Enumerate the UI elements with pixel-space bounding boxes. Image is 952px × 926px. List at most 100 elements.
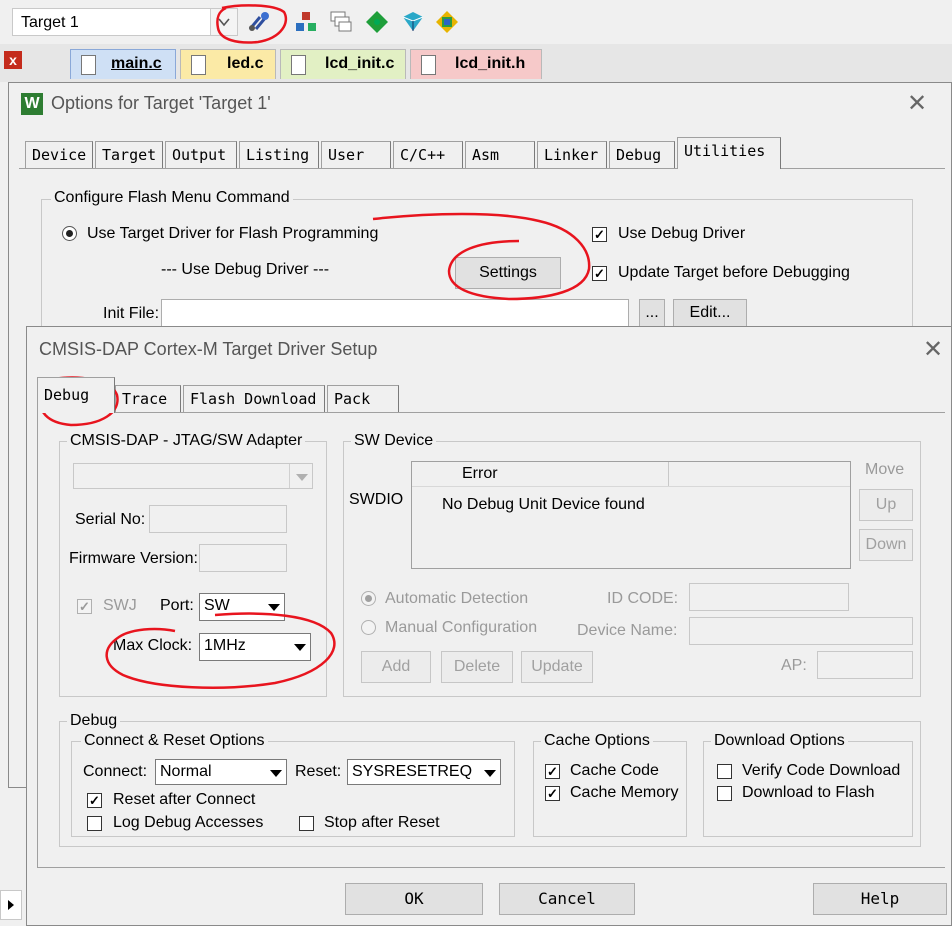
tab-flash-download[interactable]: Flash Download	[183, 385, 325, 413]
tab-target[interactable]: Target	[95, 141, 163, 169]
download-options-title: Download Options	[711, 732, 848, 750]
tab-utilities[interactable]: Utilities	[677, 137, 781, 169]
tab-main-c[interactable]: main.c	[70, 49, 176, 79]
update-target-label: Update Target before Debugging	[618, 264, 850, 281]
adapter-select[interactable]	[73, 463, 313, 489]
manual-configuration-radio[interactable]	[361, 620, 376, 635]
add-button[interactable]: Add	[361, 651, 431, 683]
manage-project-icon[interactable]	[293, 9, 319, 35]
swj-checkbox[interactable]: ✓	[77, 599, 92, 614]
reset-after-connect-label: Reset after Connect	[113, 791, 256, 808]
stop-after-reset-checkbox[interactable]	[299, 816, 314, 831]
connect-select[interactable]: Normal	[155, 759, 287, 785]
log-debug-accesses-label: Log Debug Accesses	[113, 814, 264, 831]
tab-trace[interactable]: Trace	[115, 385, 181, 413]
settings-button[interactable]: Settings	[455, 257, 561, 289]
device-name-field	[689, 617, 913, 645]
tab-output[interactable]: Output	[165, 141, 237, 169]
tab-pack[interactable]: Pack	[327, 385, 399, 413]
use-debug-driver-checkbox[interactable]: ✓	[592, 227, 607, 242]
software-components-icon[interactable]	[434, 9, 460, 35]
tab-user[interactable]: User	[321, 141, 391, 169]
target-select[interactable]: Target 1	[12, 8, 238, 36]
tab-listing[interactable]: Listing	[239, 141, 319, 169]
firmware-version-label: Firmware Version:	[69, 550, 198, 567]
pack-installer-icon[interactable]	[400, 9, 426, 35]
use-target-driver-radio[interactable]	[62, 226, 77, 241]
ok-button[interactable]: OK	[345, 883, 483, 915]
move-up-button[interactable]: Up	[859, 489, 913, 521]
move-down-button[interactable]: Down	[859, 529, 913, 561]
cache-code-checkbox[interactable]: ✓	[545, 764, 560, 779]
stop-after-reset-label: Stop after Reset	[324, 814, 440, 831]
tab-divider	[19, 168, 945, 169]
cache-memory-label: Cache Memory	[570, 784, 679, 801]
swj-label: SWJ	[103, 597, 137, 614]
file-icon	[291, 55, 306, 75]
cache-memory-checkbox[interactable]: ✓	[545, 786, 560, 801]
verify-code-download-checkbox[interactable]	[717, 764, 732, 779]
tab-asm[interactable]: Asm	[465, 141, 535, 169]
close-icon[interactable]: ✕	[923, 335, 943, 364]
tab-debug[interactable]: Debug	[37, 377, 115, 413]
browse-button[interactable]: ...	[639, 299, 665, 327]
green-diamond-icon[interactable]	[364, 9, 390, 35]
use-debug-driver-label: Use Debug Driver	[618, 225, 746, 242]
automatic-detection-radio[interactable]	[361, 591, 376, 606]
serial-no-label: Serial No:	[75, 511, 146, 528]
device-list[interactable]: Error No Debug Unit Device found	[411, 461, 851, 569]
column-header[interactable]	[668, 462, 850, 487]
tab-led-c[interactable]: led.c	[180, 49, 276, 79]
reset-after-connect-checkbox[interactable]: ✓	[87, 793, 102, 808]
init-file-input[interactable]	[161, 299, 629, 327]
id-code-field	[689, 583, 849, 611]
scroll-right-arrow-icon[interactable]	[0, 890, 22, 920]
options-for-target-icon[interactable]	[246, 9, 272, 35]
tab-c-cpp[interactable]: C/C++	[393, 141, 463, 169]
device-name-label: Device Name:	[577, 622, 678, 639]
debug-group-title: Debug	[67, 712, 121, 730]
chevron-down-icon[interactable]	[210, 9, 237, 35]
file-icon	[81, 55, 96, 75]
max-clock-label: Max Clock:	[113, 637, 193, 654]
port-label: Port:	[160, 597, 194, 614]
ap-label: AP:	[781, 657, 807, 674]
connect-label: Connect:	[83, 763, 148, 780]
delete-button[interactable]: Delete	[441, 651, 513, 683]
port-select[interactable]: SW	[199, 593, 285, 621]
update-button[interactable]: Update	[521, 651, 593, 683]
use-debug-driver-text: --- Use Debug Driver ---	[161, 261, 330, 278]
sw-device-group-title: SW Device	[351, 432, 437, 450]
tab-debug[interactable]: Debug	[609, 141, 675, 169]
tab-divider	[37, 412, 945, 413]
tab-linker[interactable]: Linker	[537, 141, 607, 169]
adapter-group-title: CMSIS-DAP - JTAG/SW Adapter	[67, 432, 306, 450]
ide-toolbar: Target 1	[0, 0, 952, 45]
file-icon	[191, 55, 206, 75]
connect-reset-title: Connect & Reset Options	[81, 732, 268, 750]
download-to-flash-label: Download to Flash	[742, 784, 875, 801]
close-icon[interactable]: ✕	[907, 89, 927, 118]
keil-logo-icon: W	[21, 93, 43, 115]
use-target-driver-label: Use Target Driver for Flash Programming	[87, 225, 379, 242]
cmsis-dap-setup-dialog: CMSIS-DAP Cortex-M Target Driver Setup ✕…	[26, 326, 952, 926]
flash-menu-group-title: Configure Flash Menu Command	[51, 189, 293, 207]
column-header-error[interactable]: Error	[412, 462, 669, 487]
log-debug-accesses-checkbox[interactable]	[87, 816, 102, 831]
cancel-button[interactable]: Cancel	[499, 883, 635, 915]
tab-lcd-init-c[interactable]: lcd_init.c	[280, 49, 406, 79]
tab-device[interactable]: Device	[25, 141, 93, 169]
firmware-version-field	[199, 544, 287, 572]
tab-lcd-init-h[interactable]: lcd_init.h	[410, 49, 542, 79]
stacked-windows-icon[interactable]	[328, 9, 354, 35]
swdio-label: SWDIO	[349, 491, 404, 508]
reset-select[interactable]: SYSRESETREQ	[347, 759, 501, 785]
download-to-flash-checkbox[interactable]	[717, 786, 732, 801]
update-target-checkbox[interactable]: ✓	[592, 266, 607, 281]
help-button[interactable]: Help	[813, 883, 947, 915]
target-select-value: Target 1	[21, 14, 79, 31]
close-icon[interactable]: x	[4, 51, 22, 69]
edit-button[interactable]: Edit...	[673, 299, 747, 327]
max-clock-select[interactable]: 1MHz	[199, 633, 311, 661]
id-code-label: ID CODE:	[607, 590, 679, 607]
